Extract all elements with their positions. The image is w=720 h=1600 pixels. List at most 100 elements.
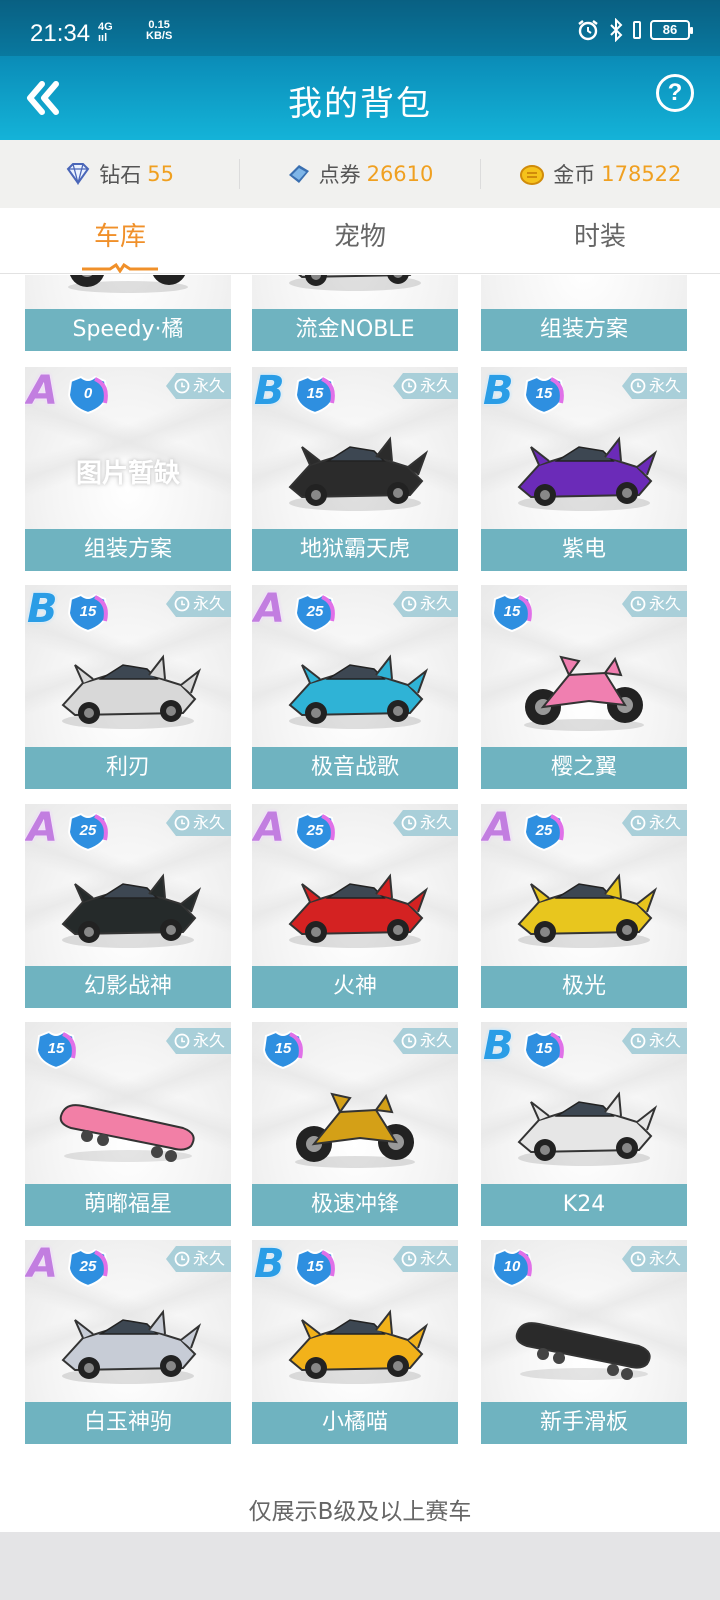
currency-value: 55 xyxy=(147,162,175,186)
vehicle-card[interactable]: A 25 永久 幻影战神 xyxy=(25,804,231,1008)
level-badge-icon: 25 xyxy=(65,1246,111,1288)
level-badge-icon: 15 xyxy=(292,1246,338,1288)
vehicle-name: 地狱霸天虎 xyxy=(252,529,458,571)
gold-coin-icon xyxy=(519,163,545,185)
status-time: 21:34 xyxy=(30,20,91,47)
tab-label: 宠物 xyxy=(333,222,386,252)
clock-icon xyxy=(630,1033,646,1049)
level-badge-icon: 15 xyxy=(292,373,338,415)
vehicle-name: 利刃 xyxy=(25,747,231,789)
vehicle-card[interactable]: A 25 永久 极光 xyxy=(481,804,687,1008)
header: 21:34 4G ııl 0.15 KB/S 86 我的背包 ? xyxy=(0,0,720,140)
clock-icon xyxy=(630,1251,646,1267)
duration-label: 永久 xyxy=(192,1031,225,1050)
vehicle-card[interactable]: 10 永久 新手滑板 xyxy=(481,1240,687,1444)
vehicle-card[interactable]: 图片暂缺 A 0 永久 组装方案 xyxy=(25,367,231,571)
clock-icon xyxy=(174,815,190,831)
garage-grid: Speedy·橘 流金NOBLE 组装方案 图片暂缺 A 0 永久 组装方案 B 15 永久 地狱霸天… xyxy=(0,275,720,1530)
level-badge-icon: 10 xyxy=(489,1246,535,1288)
level-value: 15 xyxy=(535,385,553,402)
kart-image xyxy=(53,635,203,735)
currency-value: 178522 xyxy=(601,162,682,186)
grade-badge: B xyxy=(254,1241,285,1287)
currency-bar: 钻石 55 点券 26610 金币 178522 xyxy=(0,140,720,208)
vehicle-name: 极光 xyxy=(481,966,687,1008)
level-value: 15 xyxy=(306,385,324,402)
currency-label: 点券 xyxy=(318,163,361,187)
grade-badge: A xyxy=(254,586,285,632)
bluetooth-icon xyxy=(610,18,623,42)
duration-tag: 永久 xyxy=(165,591,231,617)
vehicle-card[interactable]: 组装方案 xyxy=(481,275,687,351)
vehicle-card[interactable]: 15 永久 樱之翼 xyxy=(481,585,687,789)
duration-label: 永久 xyxy=(419,376,452,395)
clock-icon xyxy=(174,1251,190,1267)
vehicle-name: K24 xyxy=(481,1184,687,1226)
vehicle-card[interactable]: B 15 永久紫电 xyxy=(481,367,687,571)
clock-icon xyxy=(401,1251,417,1267)
duration-label: 永久 xyxy=(648,594,681,613)
tab-2[interactable]: 时装 xyxy=(480,208,720,273)
level-badge-icon: 15 xyxy=(33,1028,79,1070)
kart-image xyxy=(280,635,430,735)
help-button[interactable]: ? xyxy=(656,74,694,112)
grade-badge: B xyxy=(483,368,514,414)
level-badge-icon: 25 xyxy=(292,810,338,852)
active-tab-indicator xyxy=(82,263,158,273)
vehicle-name: 组装方案 xyxy=(481,309,687,351)
battery-indicator: 86 xyxy=(650,20,693,40)
tab-0[interactable]: 车库 xyxy=(0,208,240,273)
vehicle-card[interactable]: 15 永久 极速冲锋 xyxy=(252,1022,458,1226)
vehicle-card[interactable]: A 25 永久 极音战歌 xyxy=(252,585,458,789)
page-title: 我的背包 xyxy=(288,84,432,124)
vehicle-card[interactable]: A 25 永久 白玉神驹 xyxy=(25,1240,231,1444)
vibrate-icon xyxy=(633,21,641,39)
diamond-icon xyxy=(65,163,91,185)
level-value: 15 xyxy=(47,1040,65,1057)
vehicle-name: 新手滑板 xyxy=(481,1402,687,1444)
vehicle-card[interactable]: A 25 永久 火神 xyxy=(252,804,458,1008)
vehicle-name: 小橘喵 xyxy=(252,1402,458,1444)
level-badge-icon: 25 xyxy=(521,810,567,852)
duration-tag: 永久 xyxy=(392,810,458,836)
vehicle-name: 白玉神驹 xyxy=(25,1402,231,1444)
clock-icon xyxy=(630,378,646,394)
vehicle-card[interactable]: 流金NOBLE xyxy=(252,275,458,351)
vehicle-name: 樱之翼 xyxy=(481,747,687,789)
vehicle-name: 极速冲锋 xyxy=(252,1184,458,1226)
network-indicator: 4G ııl xyxy=(98,22,113,44)
duration-label: 永久 xyxy=(192,376,225,395)
grade-badge: A xyxy=(27,1241,58,1287)
grade-badge: A xyxy=(27,368,58,414)
skateboard-image xyxy=(509,1290,659,1390)
clock-icon xyxy=(401,378,417,394)
vehicle-card[interactable]: Speedy·橘 xyxy=(25,275,231,351)
clock-icon xyxy=(401,815,417,831)
vehicle-name: 火神 xyxy=(252,966,458,1008)
kart-image xyxy=(509,854,659,954)
vehicle-name: 流金NOBLE xyxy=(252,309,458,351)
vehicle-name: 紫电 xyxy=(481,529,687,571)
app-root: 21:34 4G ııl 0.15 KB/S 86 我的背包 ? 钻石 55 点… xyxy=(0,0,720,1600)
tab-bar: 车库 宠物 时装 xyxy=(0,208,720,274)
grade-badge: A xyxy=(483,805,514,851)
duration-tag: 永久 xyxy=(621,373,687,399)
vehicle-card[interactable]: B 15 永久 地狱霸天虎 xyxy=(252,367,458,571)
level-value: 25 xyxy=(306,603,324,620)
title-bar: 我的背包 ? xyxy=(0,56,720,140)
duration-label: 永久 xyxy=(192,594,225,613)
duration-tag: 永久 xyxy=(392,1028,458,1054)
vehicle-card[interactable]: B 15 永久 利刃 xyxy=(25,585,231,789)
level-badge-icon: 25 xyxy=(292,591,338,633)
level-value: 25 xyxy=(306,822,324,839)
duration-tag: 永久 xyxy=(392,1246,458,1272)
vehicle-card[interactable]: B 15 永久 K24 xyxy=(481,1022,687,1226)
level-badge-icon: 25 xyxy=(65,810,111,852)
duration-label: 永久 xyxy=(192,813,225,832)
vehicle-card[interactable]: 15 永久 萌嘟福星 xyxy=(25,1022,231,1226)
duration-tag: 永久 xyxy=(165,810,231,836)
vehicle-card[interactable]: B 15 永久小橘喵 xyxy=(252,1240,458,1444)
duration-tag: 永久 xyxy=(392,591,458,617)
tab-1[interactable]: 宠物 xyxy=(240,208,480,273)
duration-tag: 永久 xyxy=(165,373,231,399)
